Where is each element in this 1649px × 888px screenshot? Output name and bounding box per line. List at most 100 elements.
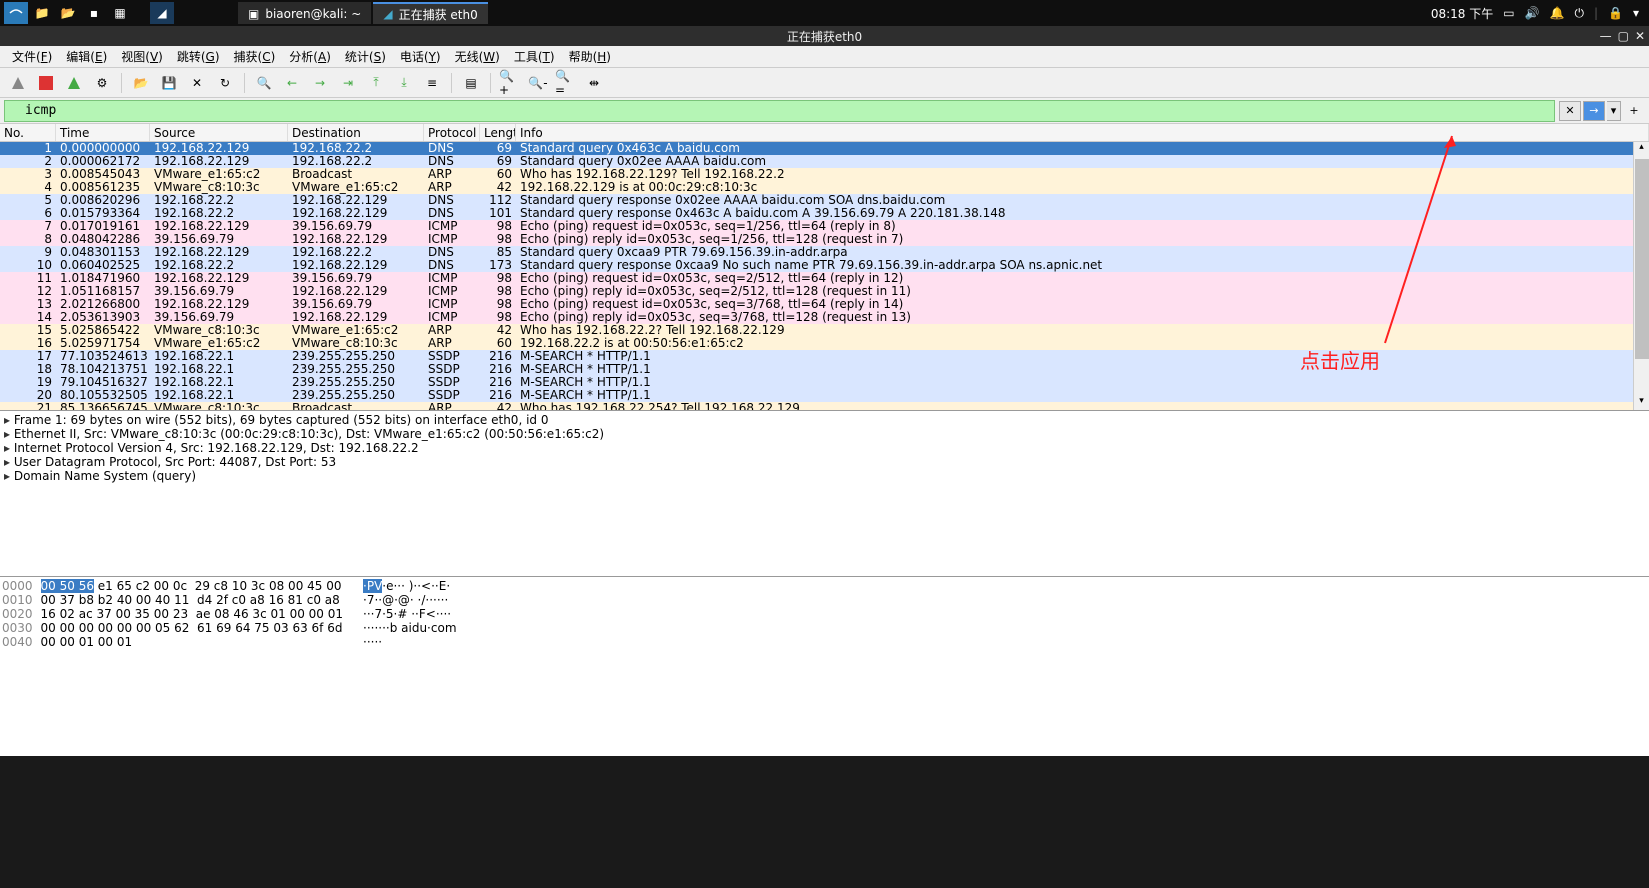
detail-line[interactable]: ▸ Frame 1: 69 bytes on wire (552 bits), …: [4, 413, 1645, 427]
scroll-up-icon[interactable]: ▴: [1634, 142, 1649, 156]
power-icon[interactable]: ⏻: [1574, 6, 1584, 21]
kali-menu-icon[interactable]: [4, 2, 28, 24]
packet-row[interactable]: 90.048301153192.168.22.129192.168.22.2DN…: [0, 246, 1649, 259]
lock-icon[interactable]: 🔒: [1608, 6, 1623, 20]
start-capture-button[interactable]: [6, 71, 30, 95]
menu-帮助H[interactable]: 帮助(H): [563, 46, 617, 67]
col-time[interactable]: Time: [56, 124, 150, 141]
reload-button[interactable]: ↻: [213, 71, 237, 95]
packet-row[interactable]: 10.000000000192.168.22.129192.168.22.2DN…: [0, 142, 1649, 155]
menu-电话Y[interactable]: 电话(Y): [394, 46, 447, 67]
menu-统计S[interactable]: 统计(S): [339, 46, 392, 67]
go-first-button[interactable]: ⤒: [364, 71, 388, 95]
detail-line[interactable]: ▸ Internet Protocol Version 4, Src: 192.…: [4, 441, 1645, 455]
go-to-button[interactable]: ⇥: [336, 71, 360, 95]
menu-捕获C[interactable]: 捕获(C): [228, 46, 282, 67]
display-filter-bar: ▋ ✕ → ▾ +: [0, 98, 1649, 124]
task-terminal[interactable]: ▣biaoren@kali: ~: [238, 2, 371, 24]
zoom-out-button[interactable]: 🔍-: [526, 71, 550, 95]
detail-line[interactable]: ▸ Ethernet II, Src: VMware_c8:10:3c (00:…: [4, 427, 1645, 441]
menu-编辑E[interactable]: 编辑(E): [60, 46, 113, 67]
restart-capture-button[interactable]: [62, 71, 86, 95]
packet-row[interactable]: 121.05116815739.156.69.79192.168.22.129I…: [0, 285, 1649, 298]
filter-dropdown-button[interactable]: ▾: [1607, 101, 1621, 121]
task-wireshark[interactable]: ◢正在捕获 eth0: [373, 2, 487, 24]
colorize-button[interactable]: ▤: [459, 71, 483, 95]
packet-row[interactable]: 1878.104213751192.168.22.1239.255.255.25…: [0, 363, 1649, 376]
packet-row[interactable]: 165.025971754VMware_e1:65:c2VMware_c8:10…: [0, 337, 1649, 350]
packet-row[interactable]: 1777.103524613192.168.22.1239.255.255.25…: [0, 350, 1649, 363]
os-taskbar: 📁 📂 ▪ ▦ ◢ ▣biaoren@kali: ~ ◢正在捕获 eth0 08…: [0, 0, 1649, 26]
packet-row[interactable]: 40.008561235VMware_c8:10:3cVMware_e1:65:…: [0, 181, 1649, 194]
packet-row[interactable]: 1979.104516327192.168.22.1239.255.255.25…: [0, 376, 1649, 389]
packet-row[interactable]: 142.05361390339.156.69.79192.168.22.129I…: [0, 311, 1649, 324]
display-icon[interactable]: ▭: [1503, 6, 1514, 20]
packet-row[interactable]: 80.04804228639.156.69.79192.168.22.129IC…: [0, 233, 1649, 246]
detail-line[interactable]: ▸ User Datagram Protocol, Src Port: 4408…: [4, 455, 1645, 469]
go-last-button[interactable]: ⤓: [392, 71, 416, 95]
close-file-button[interactable]: ✕: [185, 71, 209, 95]
packet-list-header[interactable]: No. Time Source Destination Protocol Len…: [0, 124, 1649, 142]
col-destination[interactable]: Destination: [288, 124, 424, 141]
col-info[interactable]: Info: [516, 124, 1649, 141]
col-source[interactable]: Source: [150, 124, 288, 141]
detail-line[interactable]: ▸ Domain Name System (query): [4, 469, 1645, 483]
resize-columns-button[interactable]: ⇹: [582, 71, 606, 95]
zoom-reset-button[interactable]: 🔍=: [554, 71, 578, 95]
user-icon[interactable]: ▾: [1633, 6, 1639, 20]
terminal-icon[interactable]: ▪: [82, 2, 106, 24]
col-protocol[interactable]: Protocol: [424, 124, 480, 141]
packet-row[interactable]: 70.017019161192.168.22.12939.156.69.79IC…: [0, 220, 1649, 233]
stop-capture-button[interactable]: [34, 71, 58, 95]
packet-row[interactable]: 2185.136656745VMware_c8:10:3cBroadcastAR…: [0, 402, 1649, 410]
menu-分析A[interactable]: 分析(A): [283, 46, 337, 67]
packet-row[interactable]: 50.008620296192.168.22.2192.168.22.129DN…: [0, 194, 1649, 207]
files-icon[interactable]: 📁: [30, 2, 54, 24]
packet-list-scrollbar[interactable]: ▴ ▾: [1633, 142, 1649, 410]
go-next-button[interactable]: →: [308, 71, 332, 95]
menu-工具T[interactable]: 工具(T): [508, 46, 561, 67]
menu-视图V[interactable]: 视图(V): [115, 46, 169, 67]
save-file-button[interactable]: 💾: [157, 71, 181, 95]
packet-row[interactable]: 132.021266800192.168.22.12939.156.69.79I…: [0, 298, 1649, 311]
col-length[interactable]: Length: [480, 124, 516, 141]
annotation-text: 点击应用: [1300, 345, 1380, 374]
scroll-thumb[interactable]: [1635, 159, 1649, 359]
find-button[interactable]: 🔍: [252, 71, 276, 95]
menu-文件F[interactable]: 文件(F): [6, 46, 58, 67]
zoom-in-button[interactable]: 🔍+: [498, 71, 522, 95]
packet-row[interactable]: 60.015793364192.168.22.2192.168.22.129DN…: [0, 207, 1649, 220]
scroll-down-icon[interactable]: ▾: [1634, 396, 1649, 410]
menu-跳转G[interactable]: 跳转(G): [171, 46, 226, 67]
autoscroll-button[interactable]: ≡: [420, 71, 444, 95]
notification-icon[interactable]: 🔔: [1550, 6, 1565, 20]
minimize-icon[interactable]: —: [1600, 29, 1612, 43]
col-no[interactable]: No.: [0, 124, 56, 141]
packet-row[interactable]: 30.008545043VMware_e1:65:c2BroadcastARP6…: [0, 168, 1649, 181]
volume-icon[interactable]: 🔊: [1525, 6, 1540, 20]
maximize-icon[interactable]: ▢: [1618, 29, 1629, 43]
packet-row[interactable]: 2080.105532505192.168.22.1239.255.255.25…: [0, 389, 1649, 402]
folder-icon[interactable]: 📂: [56, 2, 80, 24]
packet-row[interactable]: 100.060402525192.168.22.2192.168.22.129D…: [0, 259, 1649, 272]
packet-details-pane[interactable]: ▸ Frame 1: 69 bytes on wire (552 bits), …: [0, 410, 1649, 576]
packet-row[interactable]: 111.018471960192.168.22.12939.156.69.79I…: [0, 272, 1649, 285]
menubar: 文件(F)编辑(E)视图(V)跳转(G)捕获(C)分析(A)统计(S)电话(Y)…: [0, 46, 1649, 68]
filter-add-button[interactable]: +: [1623, 101, 1645, 121]
terminal-task-icon: ▣: [248, 7, 259, 21]
packet-bytes-pane[interactable]: 0000 0010 0020 0030 0040 00 50 56 e1 65 …: [0, 576, 1649, 756]
menu-无线W[interactable]: 无线(W): [449, 46, 506, 67]
app-icon[interactable]: ▦: [108, 2, 132, 24]
capture-options-button[interactable]: ⚙: [90, 71, 114, 95]
window-titlebar[interactable]: 正在捕获eth0 — ▢ ✕: [0, 26, 1649, 46]
packet-row[interactable]: 155.025865422VMware_c8:10:3cVMware_e1:65…: [0, 324, 1649, 337]
filter-apply-button[interactable]: →: [1583, 101, 1605, 121]
open-file-button[interactable]: 📂: [129, 71, 153, 95]
packet-row[interactable]: 20.000062172192.168.22.129192.168.22.2DN…: [0, 155, 1649, 168]
clock[interactable]: 08:18 下午: [1431, 5, 1493, 22]
close-icon[interactable]: ✕: [1635, 29, 1645, 43]
go-prev-button[interactable]: ←: [280, 71, 304, 95]
wireshark-launcher-icon[interactable]: ◢: [150, 2, 174, 24]
display-filter-input[interactable]: [4, 100, 1555, 122]
filter-clear-button[interactable]: ✕: [1559, 101, 1581, 121]
